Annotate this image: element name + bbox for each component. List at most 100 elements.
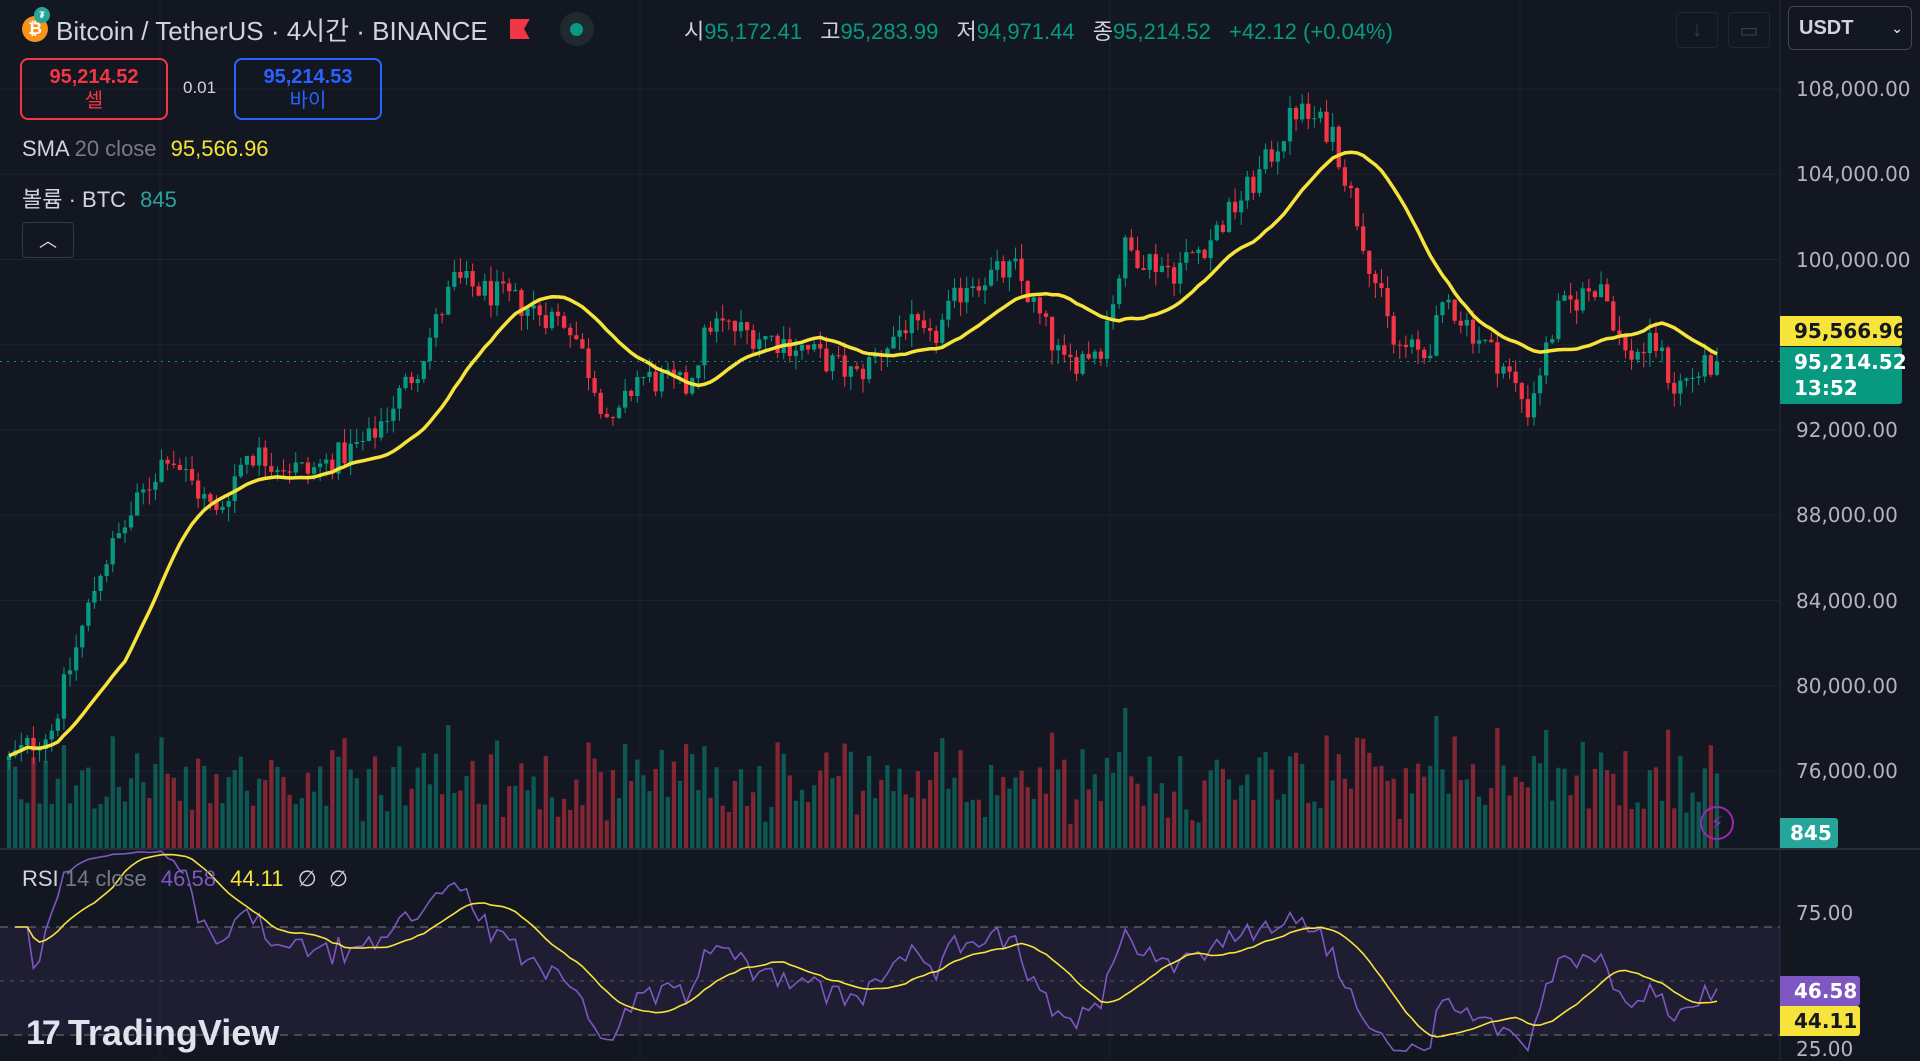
- symbol-header[interactable]: ₿ ₮ Bitcoin / TetherUS · 4시간 · BINANCE: [22, 7, 594, 48]
- candle-body: [1659, 347, 1665, 352]
- volume-bar: [311, 791, 317, 848]
- volume-bar: [781, 753, 786, 848]
- volume-bar: [1635, 802, 1640, 848]
- buy-button[interactable]: 95,214.53 바이: [234, 58, 382, 120]
- candle-body: [189, 469, 195, 481]
- volume-bar: [1617, 805, 1622, 848]
- volume-bar: [1397, 819, 1402, 848]
- candle-body: [1708, 355, 1713, 375]
- volume-bar: [37, 803, 42, 848]
- tradingview-logo[interactable]: 17 TradingView: [26, 1012, 279, 1054]
- candle-body: [1281, 141, 1287, 152]
- candle-body: [1501, 366, 1506, 374]
- volume-bar: [1056, 769, 1061, 848]
- collapse-legend-button[interactable]: ︿: [22, 222, 74, 258]
- volume-bar: [1190, 820, 1195, 848]
- volume-bar: [1110, 772, 1116, 848]
- candle-body: [263, 447, 268, 467]
- candle-body: [1379, 283, 1384, 289]
- candle-body: [226, 501, 231, 507]
- rsi-legend[interactable]: RSI 14 close 46.58 44.11 ∅ ∅: [22, 866, 348, 892]
- currency-select[interactable]: USDT ⌄: [1788, 6, 1912, 50]
- candle-body: [696, 365, 701, 379]
- volume-bar: [592, 758, 597, 848]
- candle-body: [702, 327, 707, 366]
- candle-body: [421, 361, 426, 380]
- market-open-icon: [559, 12, 594, 46]
- volume-bar: [452, 793, 457, 848]
- volume-bar: [1117, 752, 1122, 848]
- chart-canvas[interactable]: [0, 0, 1920, 1060]
- volume-bar: [287, 794, 292, 848]
- candle-body: [775, 335, 780, 354]
- candle-body: [1214, 224, 1219, 241]
- download-button[interactable]: ↓: [1676, 12, 1718, 48]
- last-price-tag: 95,214.52 13:52: [1780, 347, 1907, 404]
- volume-bar: [122, 801, 128, 848]
- candle-body: [580, 339, 585, 349]
- volume-bar: [866, 755, 872, 848]
- candle-body: [1178, 262, 1183, 284]
- volume-bar: [531, 776, 536, 848]
- volume-bar: [555, 816, 561, 848]
- volume-bar: [385, 811, 390, 848]
- candle-body: [1232, 201, 1238, 213]
- candle-body: [80, 625, 85, 648]
- volume-bar: [885, 765, 890, 848]
- volume-bar: [202, 765, 207, 848]
- candle-body: [568, 327, 573, 336]
- candle-body: [1690, 377, 1695, 379]
- candle-body: [622, 390, 628, 408]
- volume-bar: [726, 812, 731, 848]
- sma-name: SMA: [22, 136, 69, 161]
- candle-body: [1208, 240, 1213, 259]
- candle-body: [1080, 354, 1085, 374]
- candle-body: [1452, 299, 1457, 321]
- volume-bar: [1385, 780, 1390, 848]
- volume-legend[interactable]: 볼륨 · BTC 845: [22, 182, 177, 214]
- volume-bar: [159, 737, 164, 848]
- symbol-title[interactable]: Bitcoin / TetherUS · 4시간 · BINANCE: [56, 11, 488, 48]
- sell-button[interactable]: 95,214.52 셀: [20, 58, 168, 120]
- candle-body: [1062, 345, 1067, 355]
- volume-bar: [196, 758, 201, 848]
- volume-bar: [647, 791, 652, 848]
- volume-bar: [98, 804, 103, 848]
- candle-body: [293, 462, 298, 473]
- volume-bar: [360, 821, 365, 848]
- volume-bar: [232, 770, 237, 848]
- sma-legend[interactable]: SMA 20 close 95,566.96: [22, 136, 269, 162]
- bitcoin-icon: ₿ ₮: [22, 7, 50, 42]
- candle-body: [342, 442, 347, 464]
- candle-body: [1117, 278, 1122, 305]
- candle-body: [1403, 344, 1409, 347]
- candle-body: [812, 344, 817, 350]
- lightning-icon[interactable]: ⚡: [1700, 806, 1734, 840]
- volume-bar: [1300, 764, 1305, 848]
- candle-body: [854, 366, 860, 369]
- volume-bar: [1537, 763, 1543, 848]
- candle-body: [1641, 351, 1646, 354]
- volume-bar: [1178, 756, 1183, 848]
- candle-body: [61, 674, 67, 719]
- volume-bar: [854, 814, 860, 848]
- fullscreen-button[interactable]: ▭: [1728, 12, 1770, 48]
- flag-icon[interactable]: [509, 19, 530, 39]
- volume-bar: [1422, 776, 1427, 848]
- volume-bar: [629, 780, 634, 848]
- price-axis-label: 92,000.00: [1796, 418, 1898, 442]
- volume-bar: [1153, 793, 1158, 848]
- volume-bar: [677, 780, 683, 848]
- volume-bar: [1629, 808, 1634, 848]
- candle-body: [1586, 288, 1591, 292]
- candle-body: [830, 355, 835, 372]
- volume-bar: [348, 769, 353, 848]
- volume-bar: [1672, 808, 1677, 848]
- candle-body: [1001, 261, 1006, 278]
- volume-bar: [1403, 768, 1409, 848]
- candle-body: [574, 335, 579, 340]
- candle-body: [824, 348, 829, 372]
- volume-bar: [378, 794, 384, 848]
- candle-body: [659, 372, 664, 392]
- volume-bar: [1544, 729, 1549, 848]
